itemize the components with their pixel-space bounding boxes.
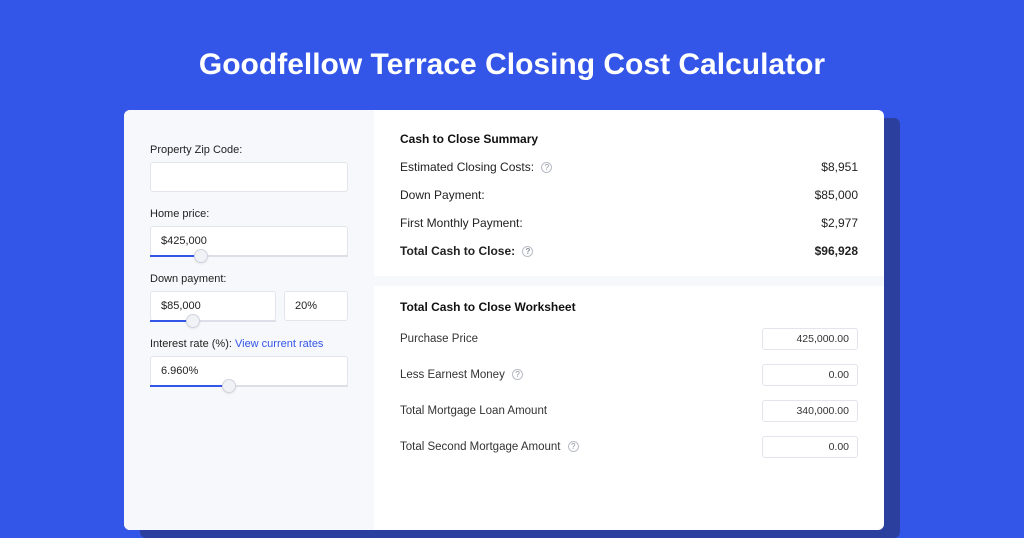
summary-row-total: Total Cash to Close: ? $96,928 [400,244,858,258]
ws-row-earnest-money: Less Earnest Money ? 0.00 [400,364,858,386]
interest-rate-field: Interest rate (%): View current rates [150,338,348,387]
ws-value[interactable]: 0.00 [762,364,858,386]
help-icon[interactable]: ? [568,441,579,452]
interest-rate-label-text: Interest rate (%): [150,338,235,350]
help-icon[interactable]: ? [522,246,533,257]
zip-input[interactable] [150,162,348,192]
help-icon[interactable]: ? [512,369,523,380]
worksheet-title: Total Cash to Close Worksheet [400,300,858,314]
down-payment-field: Down payment: [150,273,348,322]
down-payment-label: Down payment: [150,273,348,285]
home-price-slider-thumb[interactable] [194,249,208,263]
help-icon[interactable]: ? [541,162,552,173]
ws-label: Purchase Price [400,333,478,345]
worksheet: Total Cash to Close Worksheet Purchase P… [400,294,858,472]
interest-rate-slider-thumb[interactable] [222,379,236,393]
interest-rate-input[interactable] [150,356,348,386]
page-title: Goodfellow Terrace Closing Cost Calculat… [0,0,1024,108]
summary-value: $2,977 [821,216,858,230]
ws-label: Less Earnest Money [400,369,505,381]
down-payment-input[interactable] [150,291,276,321]
summary-row-first-payment: First Monthly Payment: $2,977 [400,216,858,230]
view-rates-link[interactable]: View current rates [235,338,323,350]
summary-total-label: Total Cash to Close: [400,244,515,258]
down-payment-slider-thumb[interactable] [186,314,200,328]
panel-divider [374,276,884,286]
summary-row-down-payment: Down Payment: $85,000 [400,188,858,202]
ws-row-mortgage-amount: Total Mortgage Loan Amount 340,000.00 [400,400,858,422]
summary-row-closing-costs: Estimated Closing Costs: ? $8,951 [400,160,858,174]
home-price-label: Home price: [150,208,348,220]
ws-value[interactable]: 425,000.00 [762,328,858,350]
interest-rate-slider[interactable] [150,385,348,387]
interest-rate-label: Interest rate (%): View current rates [150,338,348,350]
summary-total-value: $96,928 [815,244,858,258]
summary-label: Down Payment: [400,188,485,202]
results-panel: Cash to Close Summary Estimated Closing … [374,110,884,530]
ws-value[interactable]: 0.00 [762,436,858,458]
inputs-panel: Property Zip Code: Home price: Down paym… [124,110,374,530]
calculator-card: Property Zip Code: Home price: Down paym… [124,110,884,530]
ws-row-purchase-price: Purchase Price 425,000.00 [400,328,858,350]
home-price-input[interactable] [150,226,348,256]
down-payment-pct-input[interactable] [284,291,348,321]
summary-label: Estimated Closing Costs: [400,160,534,174]
summary-title: Cash to Close Summary [400,132,858,146]
zip-label: Property Zip Code: [150,144,348,156]
ws-row-second-mortgage: Total Second Mortgage Amount ? 0.00 [400,436,858,458]
summary-value: $85,000 [815,188,858,202]
down-payment-slider[interactable] [150,320,276,322]
summary-value: $8,951 [821,160,858,174]
summary-label: First Monthly Payment: [400,216,523,230]
home-price-field: Home price: [150,208,348,257]
ws-label: Total Second Mortgage Amount [400,441,560,453]
ws-value[interactable]: 340,000.00 [762,400,858,422]
ws-label: Total Mortgage Loan Amount [400,405,547,417]
zip-field: Property Zip Code: [150,144,348,192]
interest-rate-slider-fill [150,385,229,387]
home-price-slider[interactable] [150,255,348,257]
cash-summary: Cash to Close Summary Estimated Closing … [400,128,858,264]
